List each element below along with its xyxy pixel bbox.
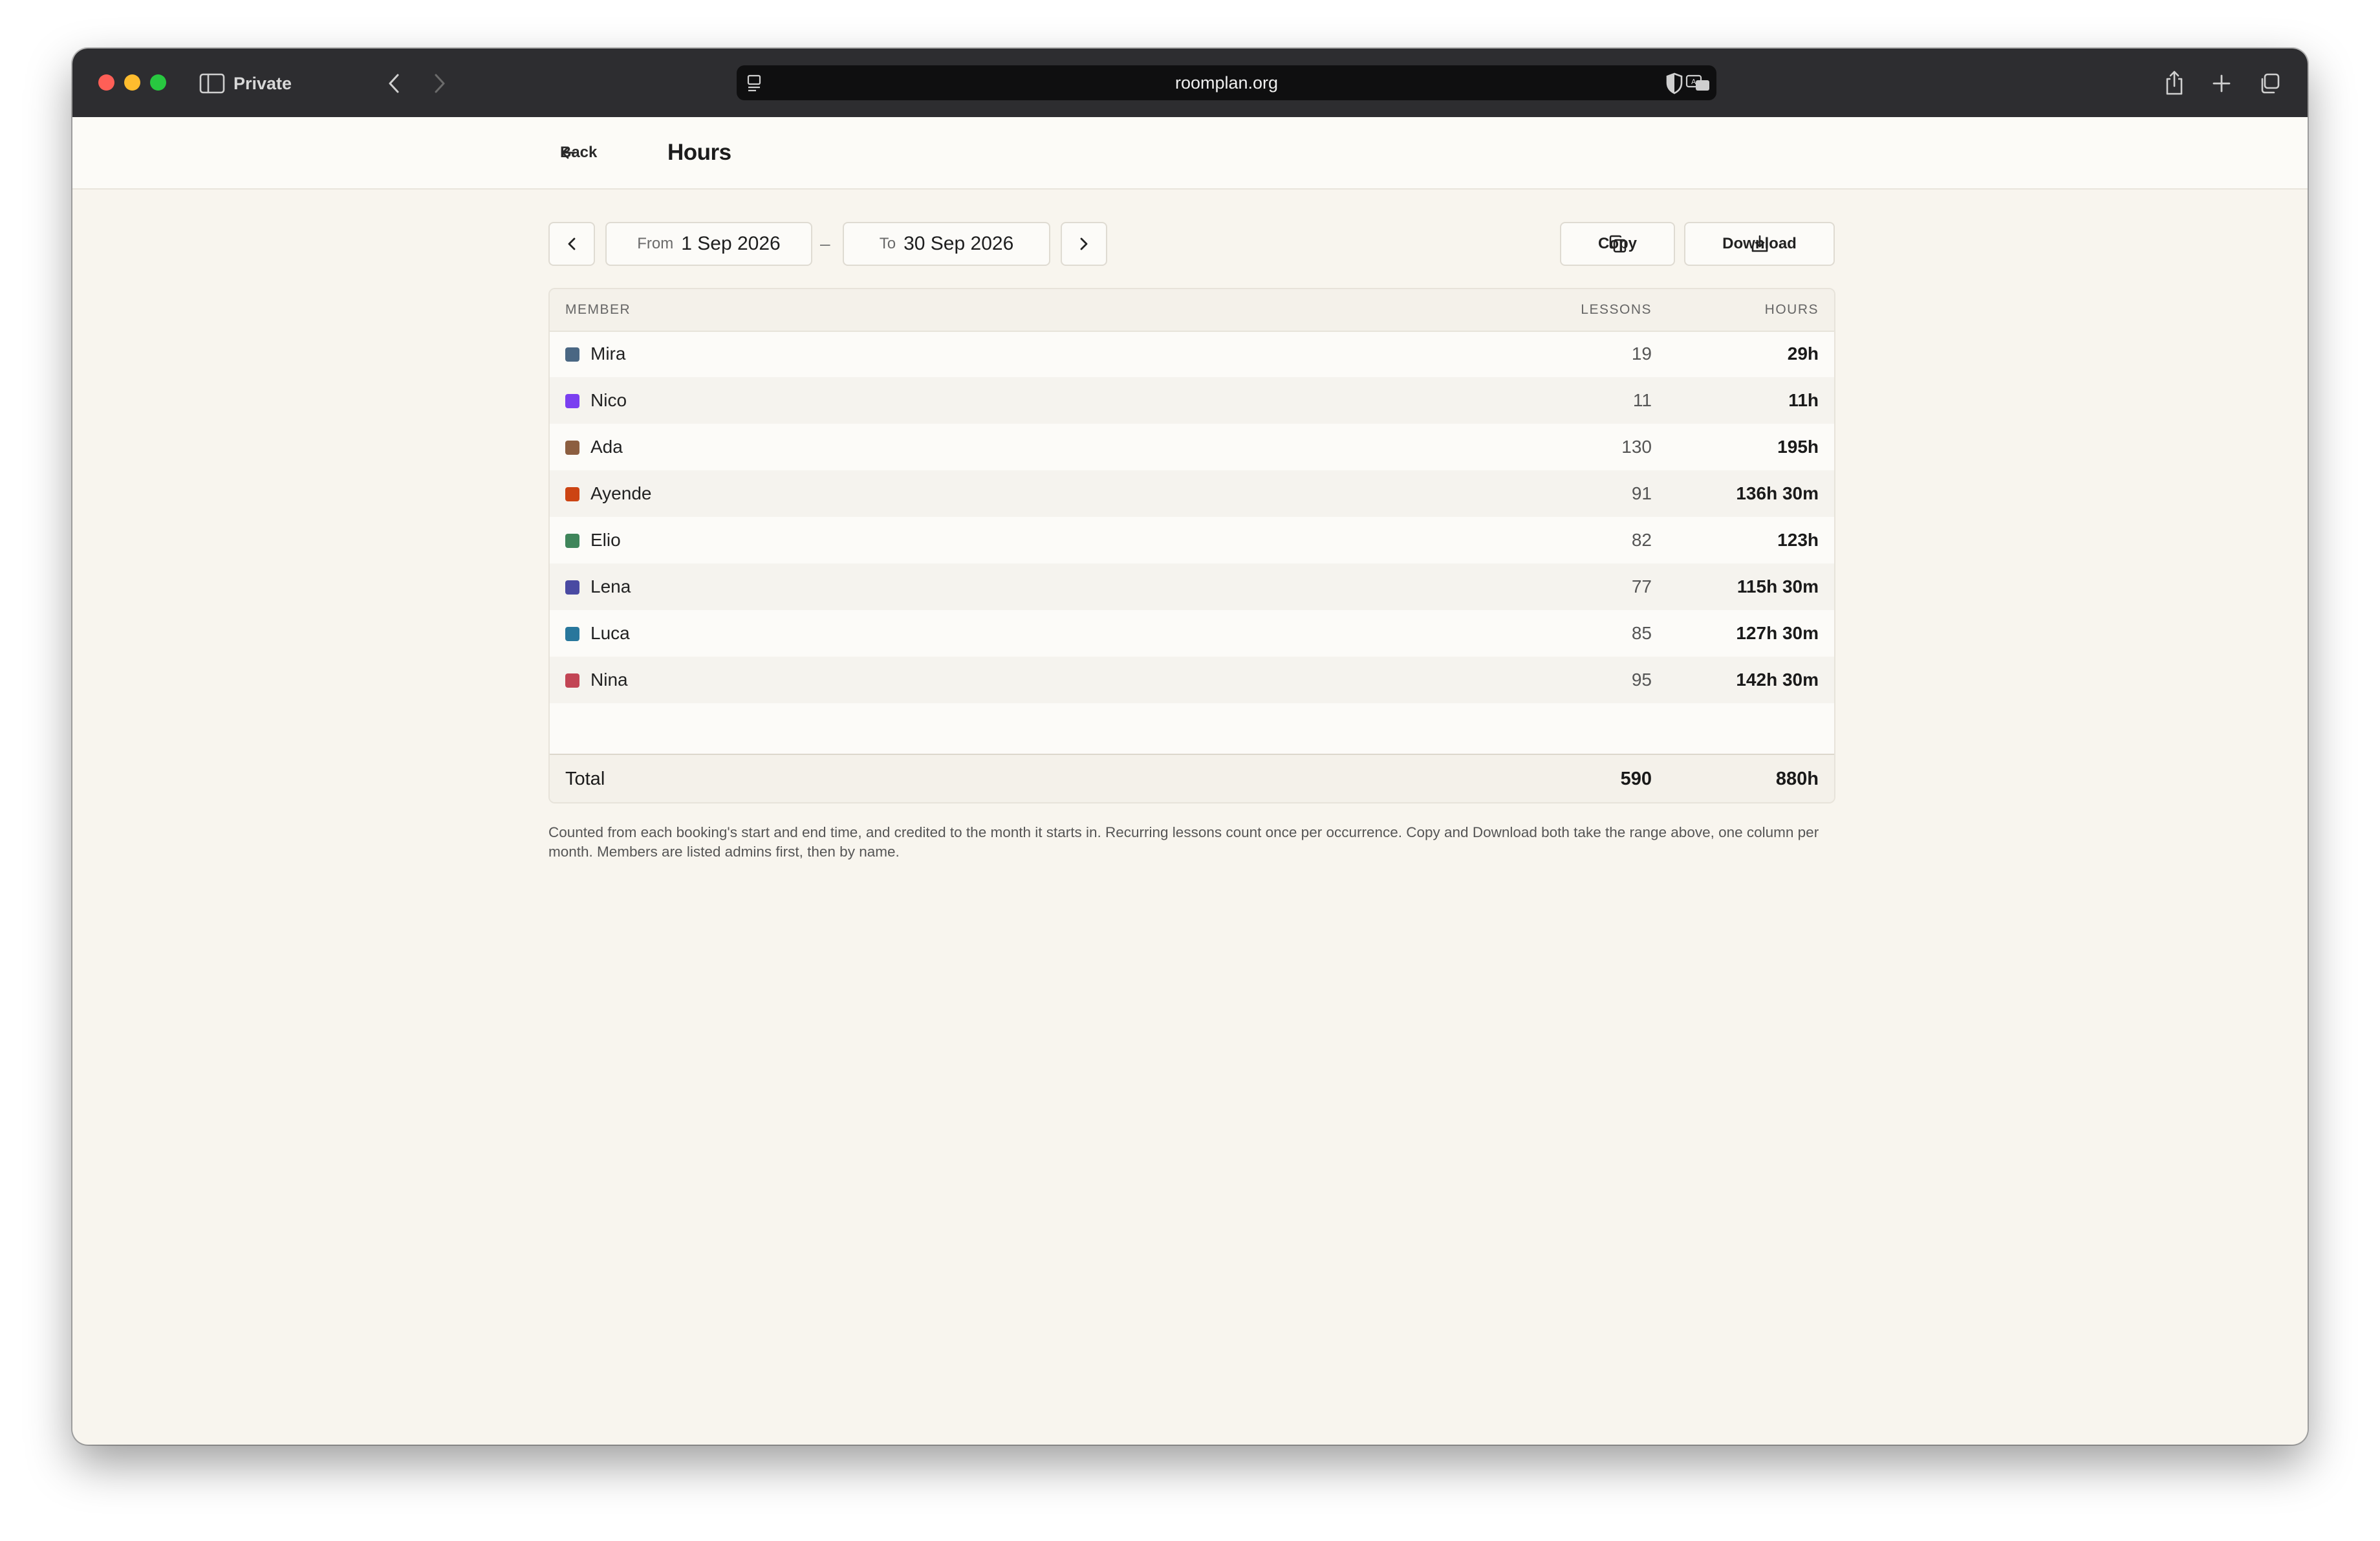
- member-lessons: 95: [1631, 670, 1652, 690]
- svg-text:A: A: [1691, 78, 1696, 86]
- column-header-lessons: LESSONS: [1581, 302, 1652, 317]
- privacy-shield-icon[interactable]: [1663, 72, 1685, 95]
- member-name: Elio: [590, 530, 621, 550]
- member-hours: 123h: [1777, 530, 1819, 550]
- footnote-text: Counted from each booking's start and en…: [548, 824, 1819, 860]
- total-lessons: 590: [1620, 769, 1652, 789]
- download-button[interactable]: Download: [1684, 222, 1835, 266]
- next-range-button[interactable]: [1061, 222, 1107, 266]
- member-lessons: 85: [1631, 623, 1652, 643]
- from-date-prefix: From: [637, 235, 674, 252]
- member-color-swatch: [565, 673, 579, 688]
- forward-navigation-icon[interactable]: [430, 72, 449, 95]
- table-row: Lena 77 115h 30m: [550, 563, 1834, 610]
- tab-overview-icon[interactable]: [2257, 71, 2282, 96]
- download-icon: [1750, 234, 1769, 254]
- member-lessons: 91: [1631, 483, 1652, 503]
- translate-icon[interactable]: A: [1685, 72, 1711, 93]
- member-hours: 136h 30m: [1736, 483, 1819, 503]
- arrow-left-icon: [560, 144, 577, 161]
- previous-range-button[interactable]: [548, 222, 595, 266]
- column-header-hours: HOURS: [1764, 302, 1819, 317]
- member-color-swatch: [565, 441, 579, 455]
- member-hours: 29h: [1787, 344, 1819, 364]
- to-date-field[interactable]: To 30 Sep 2026: [843, 222, 1050, 266]
- table-total-row: Total 590 880h: [550, 754, 1834, 802]
- app-header: Back Hours: [72, 117, 2308, 190]
- member-color-swatch: [565, 347, 579, 362]
- zoom-window-button[interactable]: [150, 74, 166, 91]
- table-row: Ayende 91 136h 30m: [550, 470, 1834, 517]
- member-name: Mira: [590, 344, 626, 364]
- member-name: Ada: [590, 437, 623, 457]
- back-navigation-icon[interactable]: [384, 72, 404, 95]
- table-header: MEMBER LESSONS HOURS: [550, 289, 1834, 332]
- close-window-button[interactable]: [98, 74, 114, 91]
- member-lessons: 130: [1621, 437, 1652, 457]
- back-button[interactable]: Back: [560, 137, 597, 169]
- table-row: Nina 95 142h 30m: [550, 657, 1834, 703]
- member-color-swatch: [565, 487, 579, 501]
- member-name: Lena: [590, 576, 631, 596]
- from-date-field[interactable]: From 1 Sep 2026: [605, 222, 812, 266]
- member-hours: 127h 30m: [1736, 623, 1819, 643]
- total-label: Total: [565, 769, 605, 789]
- member-name: Ayende: [590, 483, 652, 503]
- address-bar[interactable]: roomplan.org A: [737, 65, 1716, 100]
- browser-window: Private roomplan.org A Back Hours From 1…: [72, 49, 2308, 1445]
- hours-table: MEMBER LESSONS HOURS Mira 19 29h Nico 11…: [548, 288, 1835, 803]
- member-lessons: 19: [1631, 344, 1652, 364]
- sidebar-toggle-icon[interactable]: [199, 72, 225, 95]
- table-row: Ada 130 195h: [550, 424, 1834, 470]
- to-date-value: 30 Sep 2026: [903, 233, 1014, 254]
- member-lessons: 11: [1632, 390, 1652, 410]
- member-color-swatch: [565, 580, 579, 595]
- new-tab-icon[interactable]: [2210, 72, 2233, 95]
- table-row: Nico 11 11h: [550, 377, 1834, 424]
- member-hours: 142h 30m: [1736, 670, 1819, 690]
- table-row: Mira 19 29h: [550, 331, 1834, 377]
- private-mode-label: Private: [233, 74, 292, 93]
- copy-button[interactable]: Copy: [1560, 222, 1675, 266]
- member-color-swatch: [565, 627, 579, 641]
- member-hours: 195h: [1777, 437, 1819, 457]
- to-date-prefix: To: [879, 235, 896, 252]
- copy-icon: [1608, 234, 1627, 254]
- member-name: Luca: [590, 623, 630, 643]
- chevron-left-icon: [567, 236, 577, 252]
- member-lessons: 82: [1631, 530, 1652, 550]
- minimize-window-button[interactable]: [124, 74, 140, 91]
- member-hours: 115h 30m: [1736, 576, 1819, 596]
- member-hours: 11h: [1788, 390, 1819, 410]
- total-hours: 880h: [1775, 769, 1819, 789]
- column-header-member: MEMBER: [565, 302, 631, 317]
- range-separator: –: [820, 234, 830, 254]
- table-row: Elio 82 123h: [550, 517, 1834, 563]
- member-lessons: 77: [1631, 576, 1652, 596]
- chevron-right-icon: [1079, 236, 1089, 252]
- page-title: Hours: [667, 140, 731, 165]
- member-color-swatch: [565, 534, 579, 548]
- member-name: Nico: [590, 390, 627, 410]
- table-row: Luca 85 127h 30m: [550, 610, 1834, 657]
- share-icon[interactable]: [2163, 69, 2186, 96]
- member-color-swatch: [565, 394, 579, 408]
- from-date-value: 1 Sep 2026: [681, 233, 781, 254]
- url-text: roomplan.org: [1174, 73, 1279, 93]
- member-name: Nina: [590, 670, 628, 690]
- browser-toolbar: Private roomplan.org A: [72, 49, 2308, 117]
